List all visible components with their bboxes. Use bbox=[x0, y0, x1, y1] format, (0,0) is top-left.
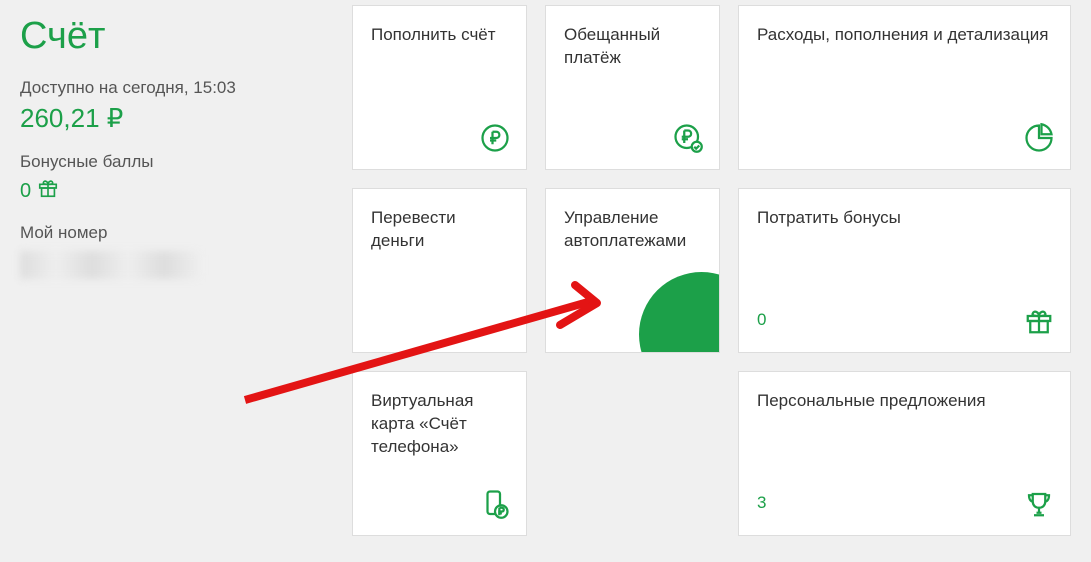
card-title: Управление автоплатежами bbox=[564, 207, 701, 253]
phone-ruble-icon bbox=[479, 488, 511, 520]
card-title: Перевести деньги bbox=[371, 207, 508, 253]
personal-offers-card[interactable]: Персональные предложения 3 bbox=[738, 371, 1071, 536]
ruble-circle-icon bbox=[479, 122, 511, 154]
page-title: Счёт bbox=[20, 15, 322, 58]
autopay-card[interactable]: Управление автоплатежами bbox=[545, 188, 720, 353]
phone-number-blurred bbox=[20, 251, 200, 279]
transfer-card[interactable]: Перевести деньги bbox=[352, 188, 527, 353]
number-label: Мой номер bbox=[20, 223, 322, 243]
action-grid: Пополнить счёт Перевести деньги Виртуаль… bbox=[342, 0, 1091, 562]
bonus-label: Бонусные баллы bbox=[20, 152, 322, 172]
card-title: Потратить бонусы bbox=[757, 207, 1052, 230]
card-title: Виртуальная карта «Счёт телефона» bbox=[371, 390, 508, 459]
spend-bonus-card[interactable]: Потратить бонусы 0 bbox=[738, 188, 1071, 353]
virtual-card-card[interactable]: Виртуальная карта «Счёт телефона» bbox=[352, 371, 527, 536]
bonus-value: 0 bbox=[20, 180, 31, 203]
gift-icon bbox=[1023, 305, 1055, 337]
available-label: Доступно на сегодня, 15:03 bbox=[20, 78, 322, 98]
account-sidebar: Счёт Доступно на сегодня, 15:03 260,21 ₽… bbox=[0, 0, 342, 562]
card-title: Обещанный платёж bbox=[564, 24, 701, 70]
card-title: Пополнить счёт bbox=[371, 24, 508, 47]
promised-payment-card[interactable]: Обещанный платёж bbox=[545, 5, 720, 170]
gift-icon bbox=[37, 177, 59, 205]
pie-chart-icon bbox=[1023, 122, 1055, 154]
card-title: Расходы, пополнения и детализация bbox=[757, 24, 1052, 47]
topup-card[interactable]: Пополнить счёт bbox=[352, 5, 527, 170]
card-value: 3 bbox=[757, 493, 766, 513]
card-title: Персональные предложения bbox=[757, 390, 1052, 413]
trophy-icon bbox=[1023, 488, 1055, 520]
expenses-card[interactable]: Расходы, пополнения и детализация bbox=[738, 5, 1071, 170]
card-value: 0 bbox=[757, 310, 766, 330]
ruble-check-icon bbox=[672, 122, 704, 154]
balance-amount: 260,21 ₽ bbox=[20, 103, 322, 134]
green-circle-decoration bbox=[639, 272, 720, 353]
